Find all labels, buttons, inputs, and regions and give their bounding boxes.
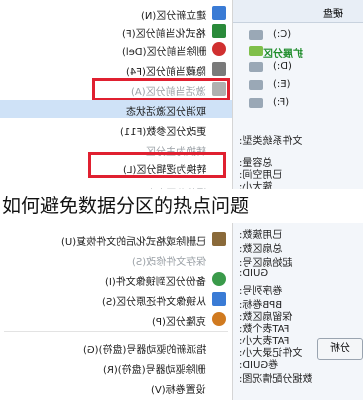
tree-item-d[interactable]: (D:) — [233, 58, 363, 78]
prop-guid: GUID: — [239, 268, 269, 279]
menu-item-delete[interactable]: 删除当前分区(Del) — [0, 40, 232, 58]
clone-icon — [212, 312, 226, 326]
prop-serial: 卷序列号: — [239, 286, 283, 297]
menu-item-set-label[interactable]: 设置卷标(V) — [0, 378, 232, 396]
backup-icon — [212, 272, 226, 286]
menu-separator — [4, 331, 228, 332]
menu-item-change-params[interactable]: 更改分区参数(F11) — [0, 120, 232, 138]
disk-icon — [249, 46, 263, 56]
menu-item-recover[interactable]: 已删除或格式化后的文件恢复(U) — [0, 230, 232, 248]
highlight-box-top — [92, 78, 230, 101]
prop-used-clusters: 已用簇数: — [239, 230, 283, 241]
prop-fs-type: 文件系统类型: — [239, 136, 303, 147]
menu-item-save-changes[interactable]: 保存文件修改(S) — [0, 250, 232, 268]
format-icon — [212, 24, 226, 38]
delete-icon — [212, 42, 226, 56]
menu-item-remove-letter[interactable]: 删除驱动器号(盘符)(R) — [0, 358, 232, 376]
tree-item-e[interactable]: (E:) — [233, 76, 363, 96]
tree-item-f[interactable]: (F:) — [233, 94, 363, 114]
panel-header: 硬盘 — [233, 0, 363, 23]
restore-icon — [212, 292, 226, 306]
analyze-button[interactable]: 分析 — [317, 338, 363, 360]
prop-start-sector: 起始扇区号: — [239, 258, 293, 269]
recover-icon — [212, 232, 226, 246]
menu-item-deactivate[interactable]: 取消分区激活状态 — [0, 100, 232, 118]
disk-icon — [249, 98, 263, 108]
menu-item-backup[interactable]: 备份分区到镜像文件(I) — [0, 270, 232, 288]
caption-text: 如何避免数据分区的热点问题 — [0, 189, 363, 223]
menu-item-clone[interactable]: 克隆分区(P) — [0, 310, 232, 328]
menu-item-format[interactable]: 格式化当前分区(F) — [0, 22, 232, 40]
prop-allocation-map: 数据分配情况图: — [239, 374, 313, 385]
prop-sectors: 总扇区数: — [239, 244, 283, 255]
menu-item-new-partition[interactable]: 建立新分区(N) — [0, 4, 232, 22]
disk-icon — [249, 30, 263, 40]
menu-item-restore[interactable]: 从镜像文件还原分区(S) — [0, 290, 232, 308]
hide-icon — [212, 62, 226, 76]
disk-icon — [249, 62, 263, 72]
highlight-box-bottom — [88, 152, 226, 178]
menu-item-assign-letter[interactable]: 指派新的驱动器号(盘符)(G) — [0, 338, 232, 356]
menu-item-hide[interactable]: 隐藏当前分区(F4) — [0, 60, 232, 78]
new-partition-icon — [212, 6, 226, 20]
disk-icon — [249, 80, 263, 90]
